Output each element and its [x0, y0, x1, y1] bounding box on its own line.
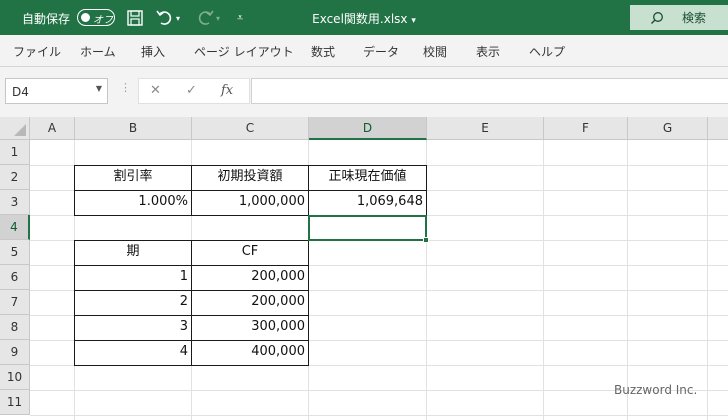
tab-review[interactable]: 校閲 [423, 43, 447, 60]
row-header-10[interactable]: 10 [0, 365, 30, 390]
cell-c7[interactable]: 200,000 [192, 290, 308, 315]
column-header-h[interactable] [708, 117, 728, 140]
insert-function-icon[interactable]: fx [221, 83, 233, 98]
watermark: Buzzword Inc. [614, 383, 698, 397]
row-header-3[interactable]: 3 [0, 190, 30, 215]
cell-c8[interactable]: 300,000 [192, 315, 308, 340]
cell-c6[interactable]: 200,000 [192, 265, 308, 290]
cell-b2[interactable]: 割引率 [75, 165, 191, 190]
column-header-b[interactable]: B [75, 117, 192, 140]
row-header-1[interactable]: 1 [0, 140, 30, 165]
undo-icon[interactable] [155, 8, 175, 28]
row-header-5[interactable]: 5 [0, 240, 30, 265]
cell-b6[interactable]: 1 [75, 265, 191, 290]
enter-icon[interactable]: ✓ [186, 83, 197, 98]
toggle-state-label: オフ [93, 15, 113, 26]
column-header-c[interactable]: C [192, 117, 309, 140]
redo-dropdown-icon[interactable]: ▾ [216, 8, 220, 28]
fill-handle[interactable] [423, 237, 429, 243]
column-header-f[interactable]: F [544, 117, 628, 140]
cell-b5[interactable]: 期 [75, 240, 191, 265]
cell-c3[interactable]: 1,000,000 [192, 190, 308, 215]
column-header-d[interactable]: D [309, 117, 427, 140]
name-box-dropdown-icon[interactable]: ▼ [96, 84, 102, 93]
name-box-value: D4 [12, 85, 29, 99]
row-header-4[interactable]: 4 [0, 215, 30, 240]
autosave-label: 自動保存 [22, 12, 71, 26]
cancel-icon[interactable]: ✕ [150, 83, 161, 98]
formula-input[interactable] [251, 78, 728, 104]
tab-formulas[interactable]: 数式 [311, 43, 335, 60]
column-header-e[interactable]: E [427, 117, 544, 140]
search-label: 検索 [682, 11, 707, 25]
name-box[interactable]: D4 ▼ [5, 78, 108, 104]
search-icon [651, 11, 663, 24]
active-cell-d4[interactable] [308, 215, 429, 243]
cell-d3[interactable]: 1,069,648 [309, 190, 426, 215]
row-header-8[interactable]: 8 [0, 315, 30, 340]
row-header-2[interactable]: 2 [0, 165, 30, 190]
ribbon-tab-bar: ファイル ホーム 挿入 ページ レイアウト 数式 データ 校閲 表示 ヘルプ [0, 35, 728, 67]
tab-page-layout[interactable]: ページ レイアウト [194, 43, 294, 60]
tab-home[interactable]: ホーム [80, 43, 116, 60]
cell-b8[interactable]: 3 [75, 315, 191, 340]
customize-toolbar-icon[interactable]: ⩡ [237, 8, 243, 28]
cell-c9[interactable]: 400,000 [192, 340, 308, 365]
cell-b7[interactable]: 2 [75, 290, 191, 315]
undo-dropdown-icon[interactable]: ▾ [176, 8, 180, 28]
cell-d2[interactable]: 正味現在価値 [309, 165, 426, 190]
cell-b9[interactable]: 4 [75, 340, 191, 365]
cell-c5[interactable]: CF [192, 240, 308, 265]
tab-data[interactable]: データ [363, 43, 399, 60]
cell-b3[interactable]: 1.000% [75, 190, 191, 215]
title-bar: 自動保存 オフ ▾ ▾ ⩡ Excel関数用.xlsx ▾ 検索 [0, 0, 728, 35]
search-box[interactable]: 検索 [630, 5, 728, 30]
formula-bar-grip-icon[interactable]: ⋮ [120, 81, 131, 94]
cell-c2[interactable]: 初期投資額 [192, 165, 308, 190]
save-icon[interactable] [126, 8, 144, 28]
toggle-knob [81, 12, 90, 22]
row-header-9[interactable]: 9 [0, 340, 30, 365]
worksheet-grid: A B C D E F G 1 2 3 4 5 6 7 8 9 10 11 割引… [0, 117, 728, 420]
row-header-7[interactable]: 7 [0, 290, 30, 315]
document-filename[interactable]: Excel関数用.xlsx [312, 12, 407, 26]
autosave-toggle[interactable]: オフ [77, 9, 115, 26]
column-header-g[interactable]: G [628, 117, 708, 140]
row-header-6[interactable]: 6 [0, 265, 30, 290]
tab-help[interactable]: ヘルプ [529, 43, 565, 60]
formula-bar-area: D4 ▼ ⋮ ✕ ✓ fx [0, 67, 728, 117]
tab-insert[interactable]: 挿入 [141, 43, 165, 60]
column-header-a[interactable]: A [30, 117, 75, 140]
tab-view[interactable]: 表示 [476, 43, 500, 60]
redo-icon[interactable] [195, 8, 215, 28]
row-header-11[interactable]: 11 [0, 390, 30, 415]
filename-caret-icon[interactable]: ▾ [411, 16, 416, 26]
tab-file[interactable]: ファイル [13, 43, 61, 60]
select-all-button[interactable] [0, 117, 30, 140]
